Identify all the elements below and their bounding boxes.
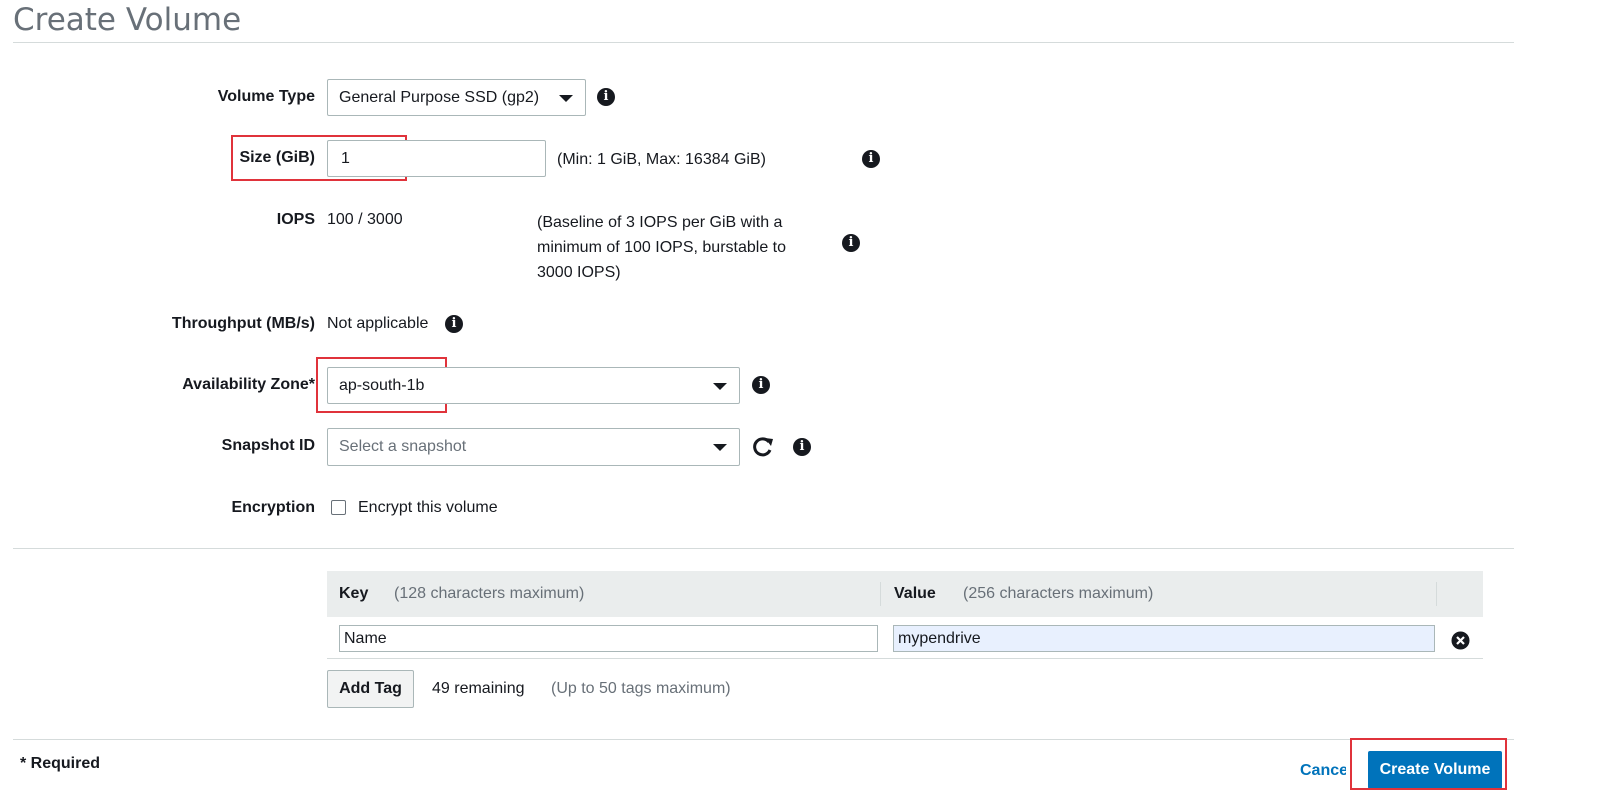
snapshot-placeholder: Select a snapshot xyxy=(339,438,467,455)
info-icon[interactable]: i xyxy=(445,315,463,333)
encrypt-checkbox[interactable] xyxy=(331,500,346,515)
info-icon[interactable]: i xyxy=(793,438,811,456)
chevron-down-icon xyxy=(713,382,727,390)
remove-tag-icon[interactable] xyxy=(1451,631,1470,650)
tag-key-value: Name xyxy=(344,629,387,647)
availability-zone-label: Availability Zone* xyxy=(182,376,315,393)
size-hint: (Min: 1 GiB, Max: 16384 GiB) xyxy=(557,151,766,168)
encrypt-checkbox-label[interactable]: Encrypt this volume xyxy=(358,499,498,517)
column-divider xyxy=(1436,582,1437,606)
title-divider xyxy=(13,42,1514,43)
iops-hint-line: 3000 IOPS) xyxy=(537,264,621,281)
size-input[interactable]: 1 xyxy=(327,140,546,177)
volume-type-label: Volume Type xyxy=(217,88,315,105)
info-icon[interactable]: i xyxy=(597,88,615,106)
chevron-down-icon xyxy=(559,94,573,102)
tag-key-hint: (128 characters maximum) xyxy=(394,585,585,602)
tags-limit-hint: (Up to 50 tags maximum) xyxy=(551,680,731,697)
tag-value-hint: (256 characters maximum) xyxy=(963,585,1154,602)
encryption-label: Encryption xyxy=(231,499,315,516)
size-label: Size (GiB) xyxy=(239,149,315,166)
required-note: * Required xyxy=(20,755,101,772)
iops-hint-line: minimum of 100 IOPS, burstable to xyxy=(537,239,786,256)
volume-type-value: General Purpose SSD (gp2) xyxy=(339,88,540,106)
throughput-value: Not applicable xyxy=(327,315,429,332)
iops-label: IOPS xyxy=(276,211,315,228)
iops-value: 100 / 3000 xyxy=(327,211,403,228)
size-input-value: 1 xyxy=(341,149,350,167)
info-icon[interactable]: i xyxy=(842,234,860,252)
availability-zone-select[interactable]: ap-south-1b xyxy=(327,367,740,404)
cancel-link-label: Cancel xyxy=(1300,762,1346,779)
tag-value-value: mypendrive xyxy=(898,629,981,647)
snapshot-id-label: Snapshot ID xyxy=(221,437,315,454)
availability-zone-value: ap-south-1b xyxy=(339,376,425,394)
iops-hint-line: (Baseline of 3 IOPS per GiB with a xyxy=(537,214,783,231)
tag-key-header: Key xyxy=(339,585,369,602)
refresh-icon[interactable] xyxy=(752,436,774,458)
page-title: Create Volume xyxy=(13,2,242,38)
throughput-label: Throughput (MB/s) xyxy=(171,315,315,332)
create-highlight-box xyxy=(1350,738,1507,790)
tags-remaining: 49 remaining xyxy=(432,680,525,697)
add-tag-button[interactable]: Add Tag xyxy=(327,670,414,708)
info-icon[interactable]: i xyxy=(752,376,770,394)
snapshot-select[interactable]: Select a snapshot xyxy=(327,428,740,466)
tag-key-input[interactable]: Name xyxy=(339,625,878,652)
tag-value-input[interactable]: mypendrive xyxy=(893,625,1435,652)
tag-value-header: Value xyxy=(894,585,936,602)
info-icon[interactable]: i xyxy=(862,150,880,168)
volume-type-select[interactable]: General Purpose SSD (gp2) xyxy=(327,79,586,116)
footer-divider xyxy=(13,739,1514,740)
cancel-link[interactable]: Cancel xyxy=(1300,762,1346,784)
chevron-down-icon xyxy=(713,444,727,451)
iops-hint: (Baseline of 3 IOPS per GiB with a minim… xyxy=(537,210,786,285)
column-divider xyxy=(880,582,881,606)
section-divider xyxy=(13,548,1514,549)
